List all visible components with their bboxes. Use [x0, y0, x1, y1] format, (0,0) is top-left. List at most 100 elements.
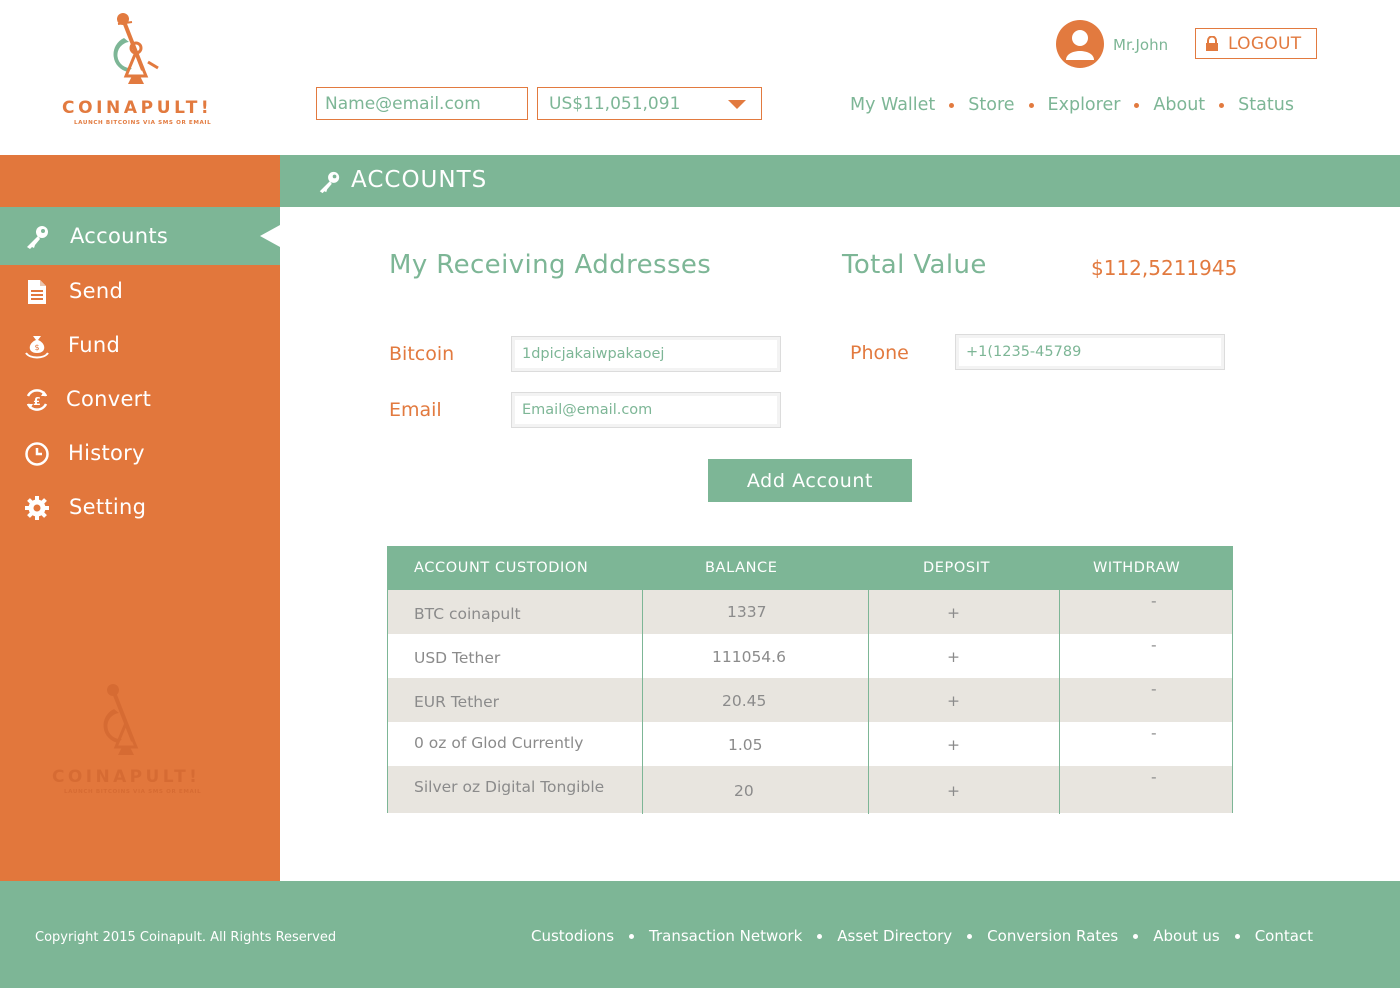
footer-links: Custodions Transaction Network Asset Dir… [531, 927, 1313, 945]
nav-about[interactable]: About [1153, 95, 1205, 115]
withdraw-button[interactable]: - [1151, 636, 1157, 654]
deposit-button[interactable]: + [947, 604, 960, 622]
custodian-cell: EUR Tether [414, 693, 500, 711]
receiving-addresses-heading: My Receiving Addresses [389, 250, 712, 280]
email-field[interactable] [511, 392, 781, 428]
phone-field[interactable] [955, 334, 1225, 370]
deposit-button[interactable]: + [947, 648, 960, 666]
sidebar-item-label: Send [69, 279, 124, 303]
balance-cell: 1337 [727, 603, 767, 621]
sidebar-item-history[interactable]: History [0, 427, 280, 481]
footer-link-contact[interactable]: Contact [1255, 927, 1313, 945]
coinapult-logo[interactable]: COINAPULT! LAUNCH BITCOINS VIA SMS OR EM… [58, 12, 218, 132]
nav-status[interactable]: Status [1238, 95, 1294, 115]
sidebar-item-fund[interactable]: $ Fund [0, 319, 280, 373]
balance-cell: 1.05 [728, 736, 763, 754]
table-row: 0 oz of Glod Currently 1.05 + - [388, 722, 1232, 766]
footer-link-conversion-rates[interactable]: Conversion Rates [987, 927, 1118, 945]
sidebar-item-send[interactable]: Send [0, 265, 280, 319]
table-row: USD Tether 111054.6 + - [388, 634, 1232, 678]
column-header-balance[interactable]: BALANCE [705, 560, 778, 576]
footer-separator [1133, 933, 1139, 939]
deposit-button[interactable]: + [947, 692, 960, 710]
footer-link-about-us[interactable]: About us [1153, 927, 1219, 945]
footer-link-custodions[interactable]: Custodions [531, 927, 614, 945]
footer-separator [967, 933, 973, 939]
svg-text:$: $ [34, 343, 39, 352]
nav-explorer[interactable]: Explorer [1048, 95, 1121, 115]
gear-icon [25, 496, 49, 520]
svg-text:£: £ [33, 395, 41, 408]
footer: Copyright 2015 Coinapult. All Rights Res… [0, 881, 1400, 988]
bitcoin-address-field[interactable] [511, 336, 781, 372]
column-header-custodian[interactable]: ACCOUNT CUSTODION [414, 560, 588, 576]
withdraw-button[interactable]: - [1151, 724, 1157, 742]
column-header-deposit[interactable]: DEPOSIT [923, 560, 990, 576]
footer-separator [1234, 933, 1240, 939]
column-divider [642, 590, 643, 814]
header: COINAPULT! LAUNCH BITCOINS VIA SMS OR EM… [0, 0, 1400, 155]
add-account-button[interactable]: Add Account [708, 459, 912, 502]
email-label: Email [389, 399, 442, 421]
balance-cell: 20 [734, 782, 754, 800]
sidebar-item-label: Accounts [70, 224, 169, 248]
balance-cell: 20.45 [722, 692, 767, 710]
phone-label: Phone [850, 342, 909, 364]
total-value-heading: Total Value [842, 250, 987, 280]
copyright-text: Copyright 2015 Coinapult. All Rights Res… [35, 930, 337, 945]
table-row: EUR Tether 20.45 + - [388, 678, 1232, 722]
table-row: BTC coinapult 1337 + - [388, 590, 1232, 634]
sidebar-item-label: Convert [66, 387, 152, 411]
logout-button[interactable]: LOGOUT [1195, 28, 1317, 59]
nav-separator [1219, 102, 1225, 108]
lock-icon [1206, 36, 1218, 51]
catapult-logo-icon [113, 13, 159, 84]
sidebar-item-label: Fund [68, 333, 121, 357]
balance-dropdown[interactable]: US$11,051,091 [537, 87, 762, 120]
accounts-table: ACCOUNT CUSTODION BALANCE DEPOSIT WITHDR… [387, 546, 1233, 814]
sidebar-item-convert[interactable]: £ Convert [0, 373, 280, 427]
sidebar-item-label: History [68, 441, 145, 465]
catapult-logo-icon [103, 684, 139, 755]
balance-cell: 111054.6 [712, 648, 786, 666]
email-search-input[interactable] [316, 87, 528, 120]
custodian-cell: Silver oz Digital Tongible [414, 778, 605, 796]
watermark-tagline: LAUNCH BITCOINS VIA SMS OR EMAIL [64, 789, 202, 795]
user-avatar[interactable] [1056, 20, 1104, 68]
nav-my-wallet[interactable]: My Wallet [850, 95, 935, 115]
user-name[interactable]: Mr.John [1113, 36, 1168, 54]
sidebar-watermark-logo: COINAPULT! LAUNCH BITCOINS VIA SMS OR EM… [50, 683, 210, 803]
column-divider [1059, 590, 1060, 814]
sidebar: Accounts Send $ Fund £ Convert History S… [0, 155, 280, 881]
logo-tagline: LAUNCH BITCOINS VIA SMS OR EMAIL [74, 120, 212, 126]
table-row: Silver oz Digital Tongible 20 + - [388, 766, 1232, 813]
sidebar-item-accounts[interactable]: Accounts [0, 207, 280, 265]
footer-link-asset-directory[interactable]: Asset Directory [837, 927, 952, 945]
withdraw-button[interactable]: - [1151, 768, 1157, 786]
deposit-button[interactable]: + [947, 782, 960, 800]
bitcoin-label: Bitcoin [389, 343, 455, 365]
footer-separator [817, 933, 823, 939]
withdraw-button[interactable]: - [1151, 592, 1157, 610]
deposit-button[interactable]: + [947, 736, 960, 754]
withdraw-button[interactable]: - [1151, 680, 1157, 698]
watermark-wordmark: COINAPULT! [52, 767, 201, 787]
custodian-cell: 0 oz of Glod Currently [414, 734, 584, 752]
column-header-withdraw[interactable]: WITHDRAW [1093, 560, 1180, 576]
custodian-cell: USD Tether [414, 649, 501, 667]
nav-separator [1028, 102, 1034, 108]
clock-icon [25, 442, 49, 466]
chevron-down-icon [728, 100, 746, 109]
document-icon [28, 280, 46, 304]
logout-label: LOGOUT [1228, 34, 1302, 54]
user-icon [1066, 30, 1094, 60]
top-navigation: My Wallet Store Explorer About Status [850, 93, 1294, 117]
sidebar-item-label: Setting [69, 495, 147, 519]
sidebar-item-setting[interactable]: Setting [0, 481, 280, 535]
section-header: ACCOUNTS [280, 155, 1400, 207]
money-bag-icon: $ [25, 336, 49, 359]
custodian-cell: BTC coinapult [414, 605, 521, 623]
footer-link-transaction-network[interactable]: Transaction Network [649, 927, 802, 945]
currency-convert-icon: £ [26, 389, 48, 411]
nav-store[interactable]: Store [968, 95, 1014, 115]
